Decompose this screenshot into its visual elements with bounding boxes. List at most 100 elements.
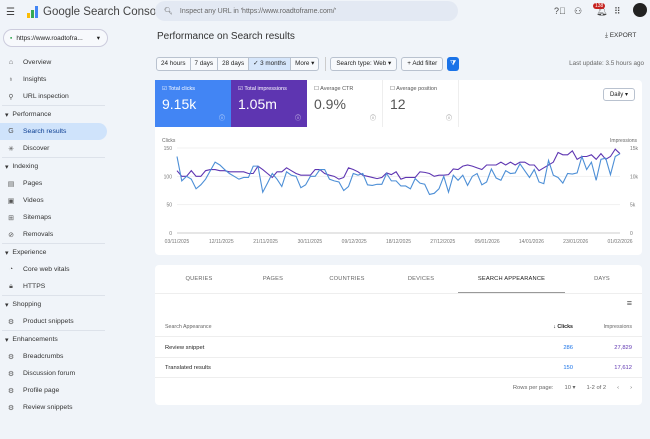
export-label: EXPORT xyxy=(609,32,637,39)
sidebar-item-discover[interactable]: ✳ Discover xyxy=(0,140,150,157)
sidebar-item-sitemaps[interactable]: ⊞ Sitemaps xyxy=(0,209,150,226)
menu-icon[interactable]: ☰ xyxy=(6,7,15,18)
sidebar-item-label: Core web vitals xyxy=(23,266,70,273)
checkbox[interactable]: ☐ xyxy=(390,86,395,92)
metric-average-position[interactable]: ☐ Average position 12 ⓘ xyxy=(383,80,459,127)
sidebar-item-core-web-vitals[interactable]: ◔ Core web vitals xyxy=(0,261,150,278)
metric-total-clicks[interactable]: ☑ Total clicks 9.15k ⓘ xyxy=(155,80,231,127)
next-page-icon[interactable]: › xyxy=(630,385,632,391)
range-label: 3 months xyxy=(260,60,287,67)
help-icon[interactable]: ⓘ xyxy=(219,113,225,122)
left-tick-label: 50 xyxy=(166,203,172,209)
sidebar-item-insights[interactable]: ♁ Insights xyxy=(0,71,150,88)
property-selector[interactable]: ▪ https://www.roadtofra... ▾ xyxy=(3,29,108,47)
column-search-appearance[interactable]: Search Appearance xyxy=(165,324,212,330)
diamond-icon: ⚙ xyxy=(7,387,15,395)
tab-countries[interactable]: COUNTRIES xyxy=(310,265,384,293)
x-tick-label: 14/01/2026 xyxy=(519,239,544,245)
range-24-hours[interactable]: 24 hours xyxy=(157,58,191,70)
sidebar-item-removals[interactable]: ⊘ Removals xyxy=(0,226,150,243)
sidebar-item-breadcrumbs[interactable]: ⚙ Breadcrumbs xyxy=(0,348,150,365)
range-7-days[interactable]: 7 days xyxy=(191,58,219,70)
range-28-days[interactable]: 28 days xyxy=(218,58,250,70)
help-icon[interactable]: ⓘ xyxy=(446,113,452,122)
sidebar-item-label: Videos xyxy=(23,197,44,204)
sidebar-item-search-results[interactable]: G Search results xyxy=(0,123,107,140)
row-name: Translated results xyxy=(165,364,211,371)
sidebar-item-review-snippets[interactable]: ⚙ Review snippets xyxy=(0,399,150,416)
tab-devices[interactable]: DEVICES xyxy=(384,265,458,293)
url-inspect-input[interactable]: 🔍︎ Inspect any URL in 'https://www.roadto… xyxy=(155,1,458,21)
rows-per-page-select[interactable]: 10 ▾ xyxy=(564,385,575,391)
section-enhancements[interactable]: ▾ Enhancements xyxy=(0,331,150,348)
metric-label: Average position xyxy=(396,86,438,92)
sidebar-item-overview[interactable]: ⌂ Overview xyxy=(0,54,150,71)
filter-bar: 24 hours 7 days 28 days ✓ 3 months More ▾ Se… xyxy=(156,57,460,71)
sidebar-item-url-inspection[interactable]: ⚲ URL inspection xyxy=(0,88,150,105)
tab-search-appearance[interactable]: SEARCH APPEARANCE xyxy=(458,265,565,293)
column-clicks[interactable]: ↓ Clicks xyxy=(553,324,573,330)
table-row[interactable]: Translated results 150 17,612 xyxy=(155,358,642,378)
sidebar-item-profile-page[interactable]: ⚙ Profile page xyxy=(0,382,150,399)
compare-filter-icon[interactable]: ⧩ xyxy=(447,57,460,71)
rows-per-page-value: 10 xyxy=(564,385,571,391)
section-experience[interactable]: ▾ Experience xyxy=(0,244,150,261)
tab-days[interactable]: DAYS xyxy=(565,265,639,293)
table-row[interactable]: Review snippet 286 27,829 xyxy=(155,338,642,358)
tab-pages[interactable]: PAGES xyxy=(236,265,310,293)
x-tick-label: 01/02/2026 xyxy=(607,239,632,245)
page-title: Performance on Search results xyxy=(157,31,295,42)
help-icon[interactable]: ⓘ xyxy=(295,113,301,122)
search-type-label: Search type: Web xyxy=(336,60,387,67)
column-impressions[interactable]: Impressions xyxy=(603,324,632,330)
sidebar-item-product-snippets[interactable]: ⚙ Product snippets xyxy=(0,313,150,330)
checkbox[interactable]: ☑ xyxy=(162,86,167,92)
sidebar-item-https[interactable]: 🔒︎ HTTPS xyxy=(0,278,150,295)
export-button[interactable]: ⤓ EXPORT xyxy=(605,32,636,40)
row-name: Review snippet xyxy=(165,344,205,351)
sidebar-item-discussion-forum[interactable]: ⚙ Discussion forum xyxy=(0,365,150,382)
x-tick-label: 23/01/2026 xyxy=(563,239,588,245)
metric-label: Total impressions xyxy=(244,86,287,92)
sidebar-nav: ⌂ Overview ♁ Insights ⚲ URL inspection ▾ Perfor… xyxy=(0,54,150,416)
metric-total-impressions[interactable]: ☑ Total impressions 1.05m ⓘ xyxy=(231,80,307,127)
sidebar-item-videos[interactable]: ▣ Videos xyxy=(0,192,150,209)
search-console-logo xyxy=(27,6,38,18)
metric-average-ctr[interactable]: ☐ Average CTR 0.9% ⓘ xyxy=(307,80,383,127)
apps-icon[interactable]: ⠿ xyxy=(614,6,621,17)
results-table: QUERIES PAGES COUNTRIES DEVICES SEARCH APPEA… xyxy=(155,265,642,405)
section-indexing[interactable]: ▾ Indexing xyxy=(0,158,150,175)
sidebar-item-label: HTTPS xyxy=(23,283,46,290)
help-icon[interactable]: ?⃝ xyxy=(554,6,566,16)
sidebar-item-label: Profile page xyxy=(23,387,60,394)
range-3-months[interactable]: ✓ 3 months xyxy=(249,58,292,70)
filter-rows-icon[interactable]: ≡ xyxy=(627,298,632,308)
checkbox[interactable]: ☑ xyxy=(238,86,243,92)
prev-page-icon[interactable]: ‹ xyxy=(617,385,619,391)
metric-label: Total clicks xyxy=(168,86,195,92)
checkbox[interactable]: ☐ xyxy=(314,86,319,92)
section-shopping[interactable]: ▾ Shopping xyxy=(0,296,150,313)
videos-icon: ▣ xyxy=(7,197,15,205)
dimension-tabs: QUERIES PAGES COUNTRIES DEVICES SEARCH APPEA… xyxy=(155,265,642,294)
sitemaps-icon: ⊞ xyxy=(8,214,14,222)
range-label: 24 hours xyxy=(161,60,186,67)
section-performance[interactable]: ▾ Performance xyxy=(0,106,150,123)
sidebar-item-pages[interactable]: ▤ Pages xyxy=(0,175,150,192)
sidebar-item-label: Removals xyxy=(23,231,54,238)
caret-down-icon: ▾ xyxy=(5,301,9,309)
tab-queries[interactable]: QUERIES xyxy=(162,265,236,293)
search-type-dropdown[interactable]: Search type: Web ▾ xyxy=(330,57,398,71)
add-filter-button[interactable]: + Add filter xyxy=(401,57,444,71)
sidebar-item-label: Discussion forum xyxy=(23,370,76,377)
left-axis-label: Clicks xyxy=(162,138,176,144)
granularity-dropdown[interactable]: Daily ▾ xyxy=(602,88,635,101)
right-tick-label: 10k xyxy=(630,174,639,180)
help-icon[interactable]: ⓘ xyxy=(370,113,376,122)
chevron-down-icon: ▾ xyxy=(96,35,100,42)
avatar[interactable] xyxy=(633,3,647,17)
metric-value: 12 xyxy=(390,96,406,112)
range-more[interactable]: More ▾ xyxy=(291,58,318,70)
rows-per-page-label: Rows per page: xyxy=(512,385,554,391)
manage-users-icon[interactable]: ⚇ xyxy=(574,6,582,17)
